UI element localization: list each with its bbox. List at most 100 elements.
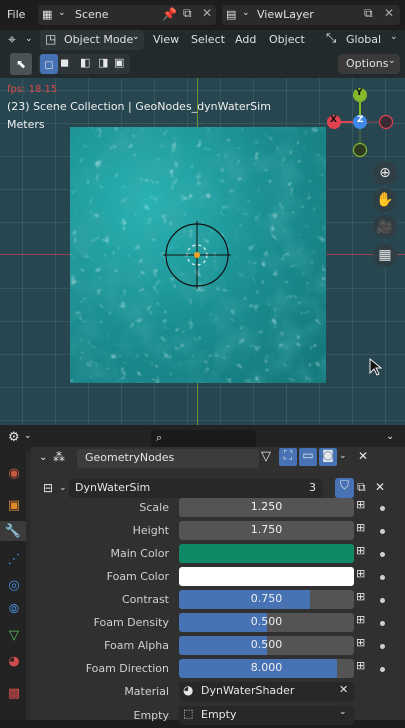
viewlayer-icon: ▤ bbox=[226, 8, 237, 21]
keyframe-icon[interactable]: ⊞ bbox=[356, 659, 372, 675]
fake-user-shield-icon[interactable]: ⛉ bbox=[335, 478, 354, 498]
collapse-chevron-icon[interactable]: ⌄ bbox=[39, 452, 47, 463]
constraints-tab-icon[interactable]: ⦾ bbox=[4, 599, 24, 619]
object-tab-icon[interactable]: ▣ bbox=[4, 495, 24, 515]
editor-type-icon[interactable]: ⌖ bbox=[8, 32, 16, 48]
texture-tab-icon[interactable]: ▩ bbox=[4, 683, 24, 703]
keyframe-icon[interactable]: ⊞ bbox=[356, 613, 372, 629]
mode-dropdown[interactable]: ◳ Object Mode ⌄ bbox=[40, 30, 144, 50]
user-count: 3 bbox=[309, 481, 316, 494]
render-toggle-icon[interactable]: ◙ bbox=[319, 448, 337, 466]
copy-icon[interactable]: ⧉ bbox=[183, 6, 192, 21]
grid-view-icon[interactable]: ▦ bbox=[373, 243, 397, 267]
transform-orientation-dropdown[interactable]: ⤡ Global ⌄ bbox=[324, 30, 404, 50]
foam-direction-slider[interactable]: 8.000 bbox=[179, 659, 354, 678]
modifier-tab-icon[interactable]: 🔧 bbox=[0, 521, 26, 541]
menu-select[interactable]: Select bbox=[191, 33, 225, 46]
properties-search-input[interactable]: ⌕ bbox=[151, 430, 256, 448]
orientation-icon: ⤡ bbox=[326, 31, 337, 46]
close-icon[interactable]: ✕ bbox=[375, 480, 385, 494]
file-menu[interactable]: File bbox=[7, 8, 25, 21]
copy-icon[interactable]: ⧉ bbox=[357, 480, 366, 495]
node-tree-icon[interactable]: ⊟ bbox=[43, 481, 53, 495]
geometry-nodes-icon: ⁂ bbox=[53, 450, 65, 464]
particles-tab-icon[interactable]: ⋰ bbox=[4, 549, 24, 569]
navigation-gizmo[interactable]: Y X Z bbox=[322, 82, 398, 162]
animate-dot-icon[interactable] bbox=[380, 529, 385, 534]
animate-dot-icon[interactable] bbox=[380, 667, 385, 672]
properties-editor-icon[interactable]: ⚙ bbox=[8, 430, 20, 445]
zoom-icon[interactable]: ⊕ bbox=[373, 161, 397, 185]
field-value: 0.750 bbox=[250, 592, 283, 605]
select-intersect-icon[interactable]: ▣ bbox=[114, 56, 124, 69]
foam-color-swatch[interactable] bbox=[179, 567, 354, 586]
collection-info: (23) Scene Collection | GeoNodes_dynWate… bbox=[7, 100, 271, 113]
pin-icon[interactable]: 📌 bbox=[162, 7, 177, 21]
keyframe-icon[interactable]: ⊞ bbox=[356, 544, 372, 560]
contrast-slider[interactable]: 0.750 bbox=[179, 590, 354, 609]
modifier-name-field[interactable]: GeometryNodes bbox=[77, 449, 259, 468]
field-label: Foam Density bbox=[93, 616, 169, 629]
empty-value: Empty bbox=[201, 708, 237, 721]
keyframe-icon[interactable]: ⊞ bbox=[356, 567, 372, 583]
data-tab-icon[interactable]: ▽ bbox=[4, 625, 24, 645]
foam-alpha-slider[interactable]: 0.500 bbox=[179, 636, 354, 655]
select-tool-button[interactable]: ⬉ bbox=[10, 53, 32, 75]
world-tab-icon[interactable]: ◉ bbox=[4, 463, 24, 483]
gizmo-y-label: Y bbox=[356, 88, 363, 98]
field-row-height: Height 1.750 ⊞ bbox=[36, 521, 405, 543]
select-mode-group[interactable]: ◻ ◼ ◧ ◨ ▣ bbox=[38, 54, 130, 74]
scale-slider[interactable]: 1.250 bbox=[179, 498, 354, 517]
viewlayer-name: ViewLayer bbox=[257, 8, 314, 21]
select-invert-icon[interactable]: ◨ bbox=[98, 56, 108, 69]
field-row-material: Material ◕ DynWaterShader ✕ bbox=[36, 682, 405, 704]
select-subtract-icon[interactable]: ◧ bbox=[80, 56, 90, 69]
close-icon[interactable]: ✕ bbox=[202, 6, 212, 20]
keyframe-icon[interactable]: ⊞ bbox=[356, 590, 372, 606]
menu-view[interactable]: View bbox=[153, 33, 179, 46]
chevron-down-icon[interactable]: ⌄ bbox=[339, 707, 347, 717]
pan-hand-icon[interactable]: ✋ bbox=[373, 188, 397, 212]
scene-selector[interactable]: ▦ ⌄ Scene 📌 ⧉ ✕ bbox=[38, 5, 216, 25]
fps-readout: fps: 18.15 bbox=[7, 84, 58, 95]
viewport-toggle-icon[interactable]: ▭ bbox=[299, 448, 317, 466]
3d-viewport[interactable]: fps: 18.15 (23) Scene Collection | GeoNo… bbox=[0, 78, 405, 425]
animate-dot-icon[interactable] bbox=[380, 598, 385, 603]
animate-dot-icon[interactable] bbox=[380, 552, 385, 557]
scene-icon: ▦ bbox=[42, 8, 53, 21]
keyframe-icon[interactable]: ⊞ bbox=[356, 636, 372, 652]
chevron-down-icon: ⌄ bbox=[25, 34, 33, 44]
animate-dot-icon[interactable] bbox=[380, 506, 385, 511]
close-icon[interactable]: ✕ bbox=[384, 6, 394, 20]
3d-cursor-icon[interactable] bbox=[163, 221, 233, 291]
close-icon[interactable]: ✕ bbox=[339, 683, 348, 696]
keyframe-icon[interactable]: ⊞ bbox=[356, 498, 372, 514]
options-button[interactable]: Options ⌄ bbox=[338, 54, 400, 74]
chevron-down-icon[interactable]: ⌄ bbox=[386, 431, 394, 442]
top-bar: File ▦ ⌄ Scene 📌 ⧉ ✕ ▤ ⌄ ViewLayer ⧉ ✕ bbox=[0, 0, 405, 30]
material-tab-icon[interactable]: ◕ bbox=[4, 651, 24, 671]
height-slider[interactable]: 1.750 bbox=[179, 521, 354, 540]
cage-toggle-icon[interactable]: ⛶ bbox=[279, 448, 297, 466]
node-group-field[interactable]: DynWaterSim 3 bbox=[69, 479, 323, 498]
select-extend-icon[interactable]: ◼ bbox=[60, 56, 69, 69]
camera-icon[interactable]: 🎥 bbox=[373, 215, 397, 239]
animate-dot-icon[interactable] bbox=[380, 621, 385, 626]
material-field[interactable]: ◕ DynWaterShader ✕ bbox=[179, 682, 354, 701]
options-label: Options bbox=[346, 57, 389, 70]
edit-mode-toggle-icon[interactable]: ▽ bbox=[261, 449, 271, 464]
keyframe-icon[interactable]: ⊞ bbox=[356, 521, 372, 537]
viewlayer-selector[interactable]: ▤ ⌄ ViewLayer ⧉ ✕ bbox=[222, 5, 400, 25]
foam-density-slider[interactable]: 0.500 bbox=[179, 613, 354, 632]
select-new-icon[interactable]: ◻ bbox=[40, 54, 58, 74]
animate-dot-icon[interactable] bbox=[380, 644, 385, 649]
main-color-swatch[interactable] bbox=[179, 544, 354, 563]
chevron-down-icon[interactable]: ⌄ bbox=[339, 451, 347, 461]
close-icon[interactable]: ✕ bbox=[358, 449, 368, 463]
physics-tab-icon[interactable]: ◎ bbox=[4, 575, 24, 595]
menu-object[interactable]: Object bbox=[269, 33, 305, 46]
empty-field[interactable]: ⬚ Empty ⌄ bbox=[179, 706, 354, 725]
menu-add[interactable]: Add bbox=[235, 33, 256, 46]
copy-icon[interactable]: ⧉ bbox=[364, 6, 373, 21]
animate-dot-icon[interactable] bbox=[380, 575, 385, 580]
